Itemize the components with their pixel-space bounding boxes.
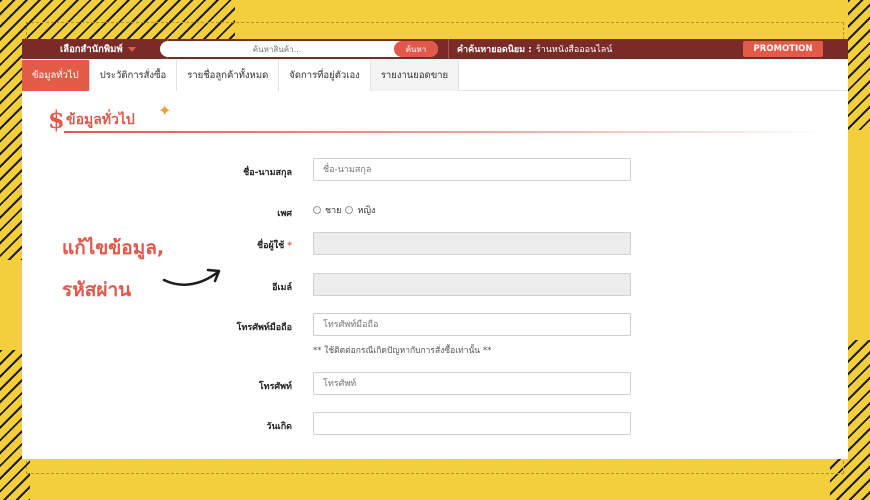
app-window: เลือกสำนักพิมพ์ ค้นหา คำค้นหายอดนิยม : ร… — [22, 39, 848, 459]
tab-order-history[interactable]: ประวัติการสั่งซื้อ — [89, 60, 178, 91]
sparkle-icon: ✦ — [158, 101, 172, 120]
publisher-dropdown[interactable]: เลือกสำนักพิมพ์ — [48, 39, 168, 59]
brand-logo-icon: $ — [48, 105, 65, 134]
birthday-field[interactable] — [313, 412, 631, 435]
mobile-label: โทรศัพท์มือถือ — [236, 323, 292, 333]
tab-sales-report[interactable]: รายงานยอดขาย — [370, 60, 460, 91]
username-field[interactable] — [313, 232, 631, 255]
phone-field[interactable] — [313, 372, 631, 395]
annotation-line-1: แก้ไขข้อมูล, — [62, 237, 165, 259]
section-header: $ ข้อมูลทั่วไป ✦ — [48, 101, 828, 134]
tab-bar: ข้อมูลทั่วไป ประวัติการสั่งซื้อ รายชื่อล… — [22, 60, 848, 91]
annotation-line-2: รหัสผ่าน — [62, 279, 132, 301]
search-button[interactable]: ค้นหา — [394, 41, 438, 57]
gender-label: เพศ — [277, 209, 292, 219]
tab-customer-list[interactable]: รายชื่อลูกค้าทั้งหมด — [177, 60, 280, 91]
birthday-label: วันเกิด — [266, 422, 292, 432]
mobile-hint: ** ใช้ติดต่อกรณีเกิดปัญหากับการสั่งซื้อเ… — [313, 346, 492, 356]
publisher-label: เลือกสำนักพิมพ์ — [60, 43, 123, 55]
popular-keywords: คำค้นหายอดนิยม : ร้านหนังสือออนไลน์ — [448, 39, 612, 59]
username-label: ชื่อผู้ใช้ * — [257, 238, 292, 252]
section-underline — [64, 131, 824, 133]
popular-label: คำค้นหายอดนิยม : — [457, 45, 532, 55]
gender-male-label: ชาย — [325, 206, 342, 216]
name-label: ชื่อ-นามสกุล — [243, 168, 292, 178]
top-bar: เลือกสำนักพิมพ์ ค้นหา คำค้นหายอดนิยม : ร… — [22, 39, 848, 59]
gender-female-label: หญิง — [357, 206, 376, 216]
annotation-arrow-icon — [162, 268, 221, 286]
email-field[interactable] — [313, 273, 631, 296]
name-field[interactable] — [313, 158, 631, 181]
email-label: อีเมล์ — [272, 283, 292, 293]
search-input[interactable] — [160, 41, 394, 57]
tab-manage-address[interactable]: จัดการที่อยู่ตัวเอง — [279, 60, 371, 91]
gender-options: ชาย หญิง — [313, 203, 375, 217]
gender-male-radio[interactable] — [313, 206, 321, 214]
promotion-button[interactable]: PROMOTION — [743, 41, 823, 57]
popular-keyword-link[interactable]: ร้านหนังสือออนไลน์ — [536, 42, 613, 56]
gender-female-radio[interactable] — [345, 206, 354, 214]
chevron-down-icon — [127, 46, 136, 52]
mobile-field[interactable] — [313, 313, 631, 336]
search-box: ค้นหา — [160, 41, 438, 57]
stripe-decoration-top-right — [848, 0, 870, 130]
required-mark: * — [287, 241, 292, 251]
tab-general-info[interactable]: ข้อมูลทั่วไป — [22, 60, 90, 91]
username-label-text: ชื่อผู้ใช้ — [256, 241, 285, 251]
section-title: ข้อมูลทั่วไป — [66, 112, 135, 128]
phone-label: โทรศัพท์ — [258, 382, 292, 392]
